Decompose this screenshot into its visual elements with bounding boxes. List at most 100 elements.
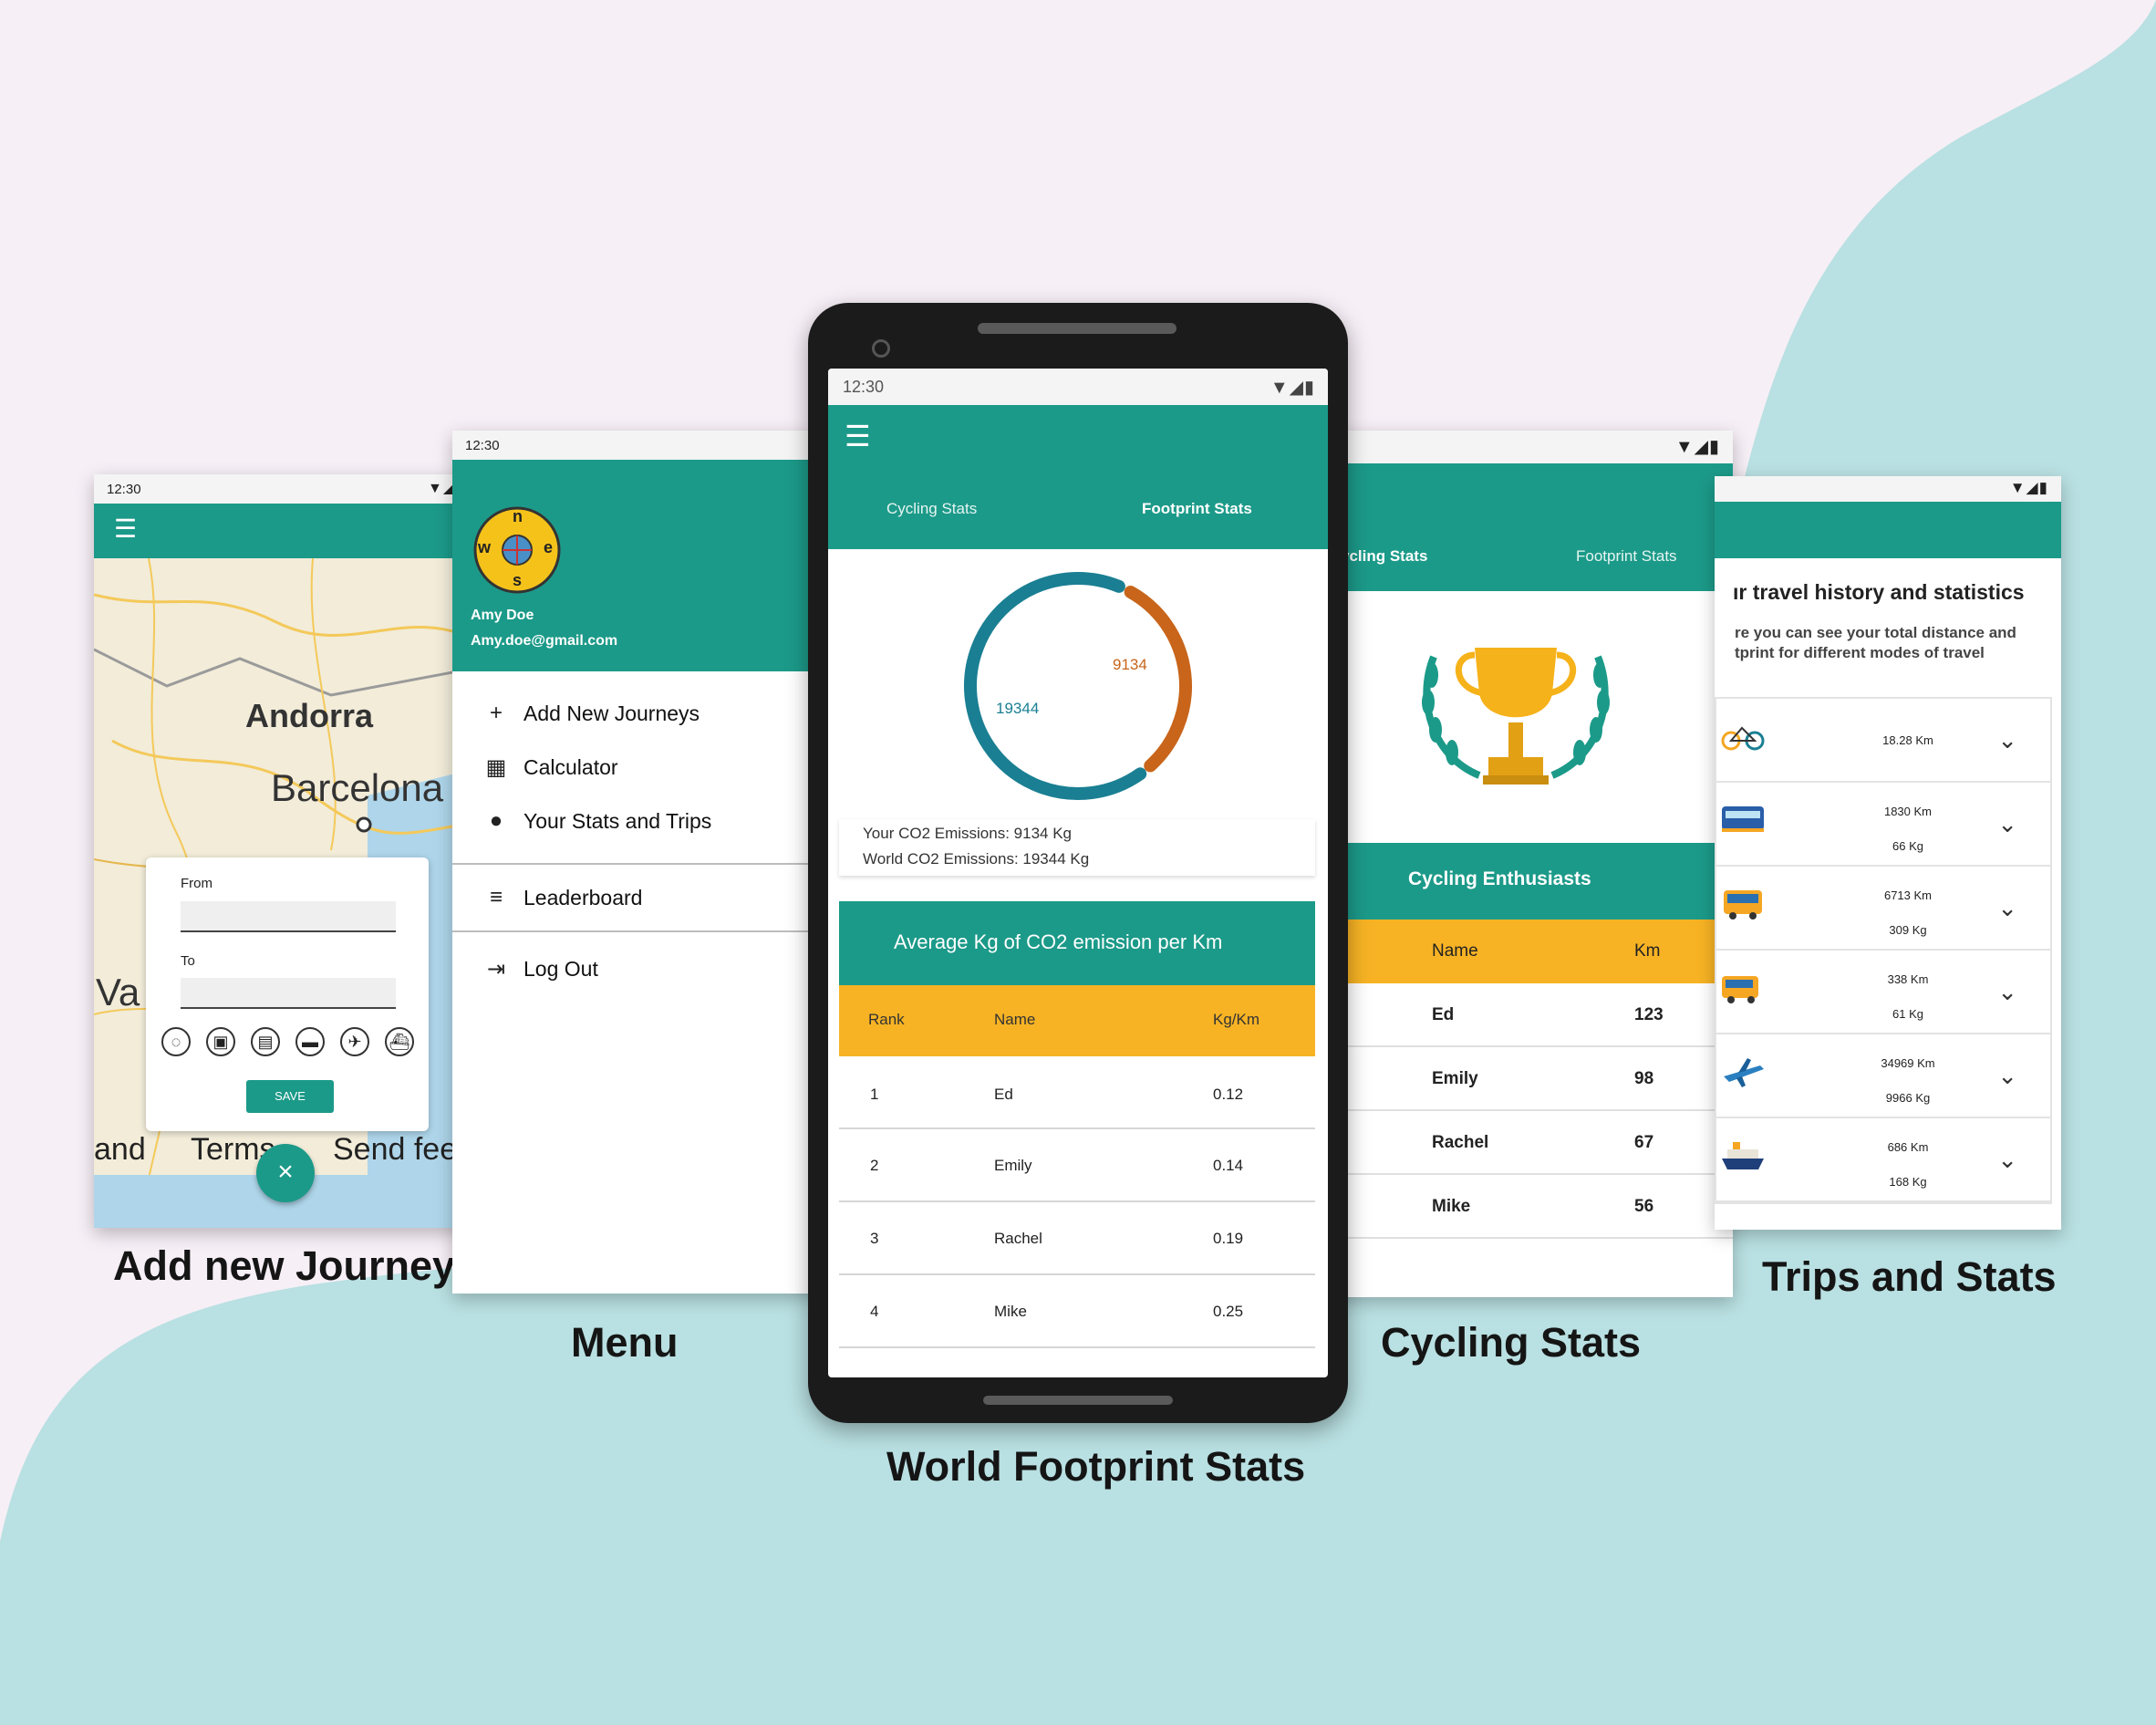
row-rank: 2 (870, 1157, 879, 1174)
trip-row-ship[interactable]: 686 Km 168 Kg ⌄ (1716, 1118, 2050, 1202)
save-button[interactable]: SAVE (246, 1080, 334, 1113)
save-button-label: SAVE (275, 1089, 306, 1103)
world-emissions: World CO2 Emissions: 19344 Kg (863, 850, 1090, 868)
menu-item-label: Leaderboard (523, 886, 643, 909)
chevron-down-icon[interactable]: ⌄ (1997, 726, 2017, 754)
place-barcelona: Barcelona (271, 766, 444, 809)
menu-item-calculator[interactable]: ▦ Calculator (452, 742, 817, 793)
divider (452, 930, 817, 932)
chevron-down-icon[interactable]: ⌄ (1997, 810, 2017, 838)
donut-segment-world-total (964, 572, 1147, 800)
donut-label-yours: 9134 (1113, 656, 1147, 673)
trip-distance: 18.28 Km (1882, 733, 1933, 747)
row-name: Rachel (994, 1230, 1042, 1247)
bus-icon[interactable]: ▤ (251, 1027, 280, 1056)
donut-segment-world (1124, 586, 1192, 773)
row-rank: 1 (870, 1086, 879, 1103)
row-name: Mike (994, 1303, 1027, 1320)
caption-menu: Menu (571, 1319, 679, 1366)
menu-item-stats-trips[interactable]: ● Your Stats and Trips (452, 795, 817, 847)
trip-row-bicycle[interactable]: 18.28 Km ⌄ (1716, 699, 2050, 783)
status-bar: 12:30 ▼◢▮ (94, 474, 477, 504)
trip-emissions: 168 Kg (1889, 1175, 1927, 1189)
menu-item-leaderboard[interactable]: ≡ Leaderboard (452, 872, 817, 923)
journey-form: From To ◌ ▣ ▤ ▬ ✈ ⛴ SAVE (146, 857, 429, 1131)
plane-icon (1724, 1058, 1764, 1087)
table-title: Cycling Enthusiasts (1408, 868, 1591, 889)
menu-icon[interactable]: ☰ (845, 421, 871, 451)
footer-link-1[interactable]: and (94, 1132, 146, 1168)
trip-emissions: 66 Kg (1892, 839, 1923, 853)
row-name: Ed (1432, 1005, 1455, 1024)
menu-item-add-journeys[interactable]: + Add New Journeys (452, 688, 817, 739)
plus-icon: + (489, 701, 503, 725)
your-emissions: Your CO2 Emissions: 9134 Kg (863, 825, 1072, 842)
train-icon[interactable]: ▣ (206, 1027, 235, 1056)
trip-distance: 6713 Km (1883, 888, 1933, 902)
footprint-stats-screen: 12:30 ▼◢▮ ☰ Cycling Stats Footprint Stat… (828, 369, 1328, 1377)
header-rank: Rank (868, 1011, 905, 1028)
menu-item-label: Your Stats and Trips (523, 809, 712, 833)
table-row: Emily 98 (1313, 1047, 1733, 1111)
caption-add-journeys: Add new Journeys (113, 1242, 479, 1289)
menu-icon[interactable]: ☰ (114, 516, 137, 542)
row-name: Emily (1432, 1069, 1478, 1088)
trip-row-van[interactable]: 338 Km 61 Kg ⌄ (1716, 951, 2050, 1034)
trip-row-plane[interactable]: 34969 Km 9966 Kg ⌄ (1716, 1034, 2050, 1118)
chevron-down-icon[interactable]: ⌄ (1997, 978, 2017, 1006)
chevron-down-icon[interactable]: ⌄ (1997, 1146, 2017, 1174)
trip-distance: 338 Km (1887, 972, 1929, 986)
tab-footprint-stats[interactable]: Footprint Stats (1576, 547, 1677, 566)
logout-icon: ⇥ (486, 957, 506, 982)
tab-cycling-stats[interactable]: Cycling Stats (886, 500, 977, 518)
divider (452, 863, 817, 865)
chevron-down-icon[interactable]: ⌄ (1997, 894, 2017, 922)
row-rank: 3 (870, 1230, 879, 1247)
trip-row-bus[interactable]: 6713 Km 309 Kg ⌄ (1716, 867, 2050, 951)
trips-subtitle-2: tprint for different modes of travel (1735, 644, 1985, 661)
location-pin-icon: ● (489, 808, 503, 833)
car-icon[interactable]: ▬ (295, 1027, 325, 1056)
trip-distance: 686 Km (1887, 1140, 1929, 1154)
tab-footprint-stats[interactable]: Footprint Stats (1142, 500, 1252, 518)
table-title-bar: Cycling Enthusiasts (1313, 843, 1733, 920)
add-journey-screen: 12:30 ▼◢▮ ☰ Andorra Barcelona Va From To… (94, 474, 477, 1228)
phone-speaker (978, 323, 1176, 334)
tab-cycling-stats[interactable]: ycling Stats (1341, 547, 1427, 566)
menu-item-label: Calculator (523, 755, 618, 779)
row-value: 0.14 (1213, 1157, 1244, 1174)
signal-icons: ▼◢▮ (2009, 479, 2048, 496)
signal-icons: ▼◢▮ (1270, 378, 1315, 398)
status-bar: ▼◢▮ (1715, 476, 2061, 502)
from-input[interactable] (181, 901, 396, 932)
row-value: 0.12 (1213, 1086, 1244, 1103)
app-bar: ☰ (94, 504, 477, 558)
calculator-icon: ▦ (485, 755, 507, 780)
chevron-down-icon[interactable]: ⌄ (1997, 1062, 2017, 1090)
footer-link-feedback[interactable]: Send fee (333, 1132, 457, 1168)
app-bar: ycling Stats Footprint Stats (1313, 463, 1733, 591)
row-name: Emily (994, 1157, 1032, 1174)
close-fab[interactable]: × (256, 1144, 315, 1202)
trips-title: ır travel history and statistics (1733, 580, 2025, 604)
bus-icon (1724, 890, 1762, 920)
table-title-bar: Average Kg of CO2 emission per Km (839, 901, 1315, 985)
ship-icon[interactable]: ⛴ (385, 1027, 414, 1056)
menu-screen: 12:30 n w e s Amy Doe Amy.doe@gmail.com … (452, 431, 817, 1294)
menu-item-logout[interactable]: ⇥ Log Out (452, 943, 817, 994)
to-input[interactable] (181, 978, 396, 1009)
signal-icons: ▼◢▮ (1674, 437, 1720, 457)
to-label: To (181, 953, 195, 969)
table-row: 2 Emily 0.14 (839, 1129, 1315, 1202)
ship-icon (1722, 1142, 1764, 1169)
trip-row-train[interactable]: 1830 Km 66 Kg ⌄ (1716, 783, 2050, 867)
van-icon (1722, 976, 1758, 1003)
row-km: 56 (1634, 1197, 1654, 1216)
table-row: 3 Rachel 0.19 (839, 1202, 1315, 1275)
trip-emissions: 9966 Kg (1885, 1091, 1931, 1105)
trip-distance: 1830 Km (1883, 805, 1933, 818)
bike-icon[interactable]: ◌ (161, 1027, 191, 1056)
plane-icon[interactable]: ✈ (340, 1027, 369, 1056)
caption-world: World Footprint Stats (886, 1443, 1306, 1490)
menu-item-label: Log Out (523, 957, 598, 981)
